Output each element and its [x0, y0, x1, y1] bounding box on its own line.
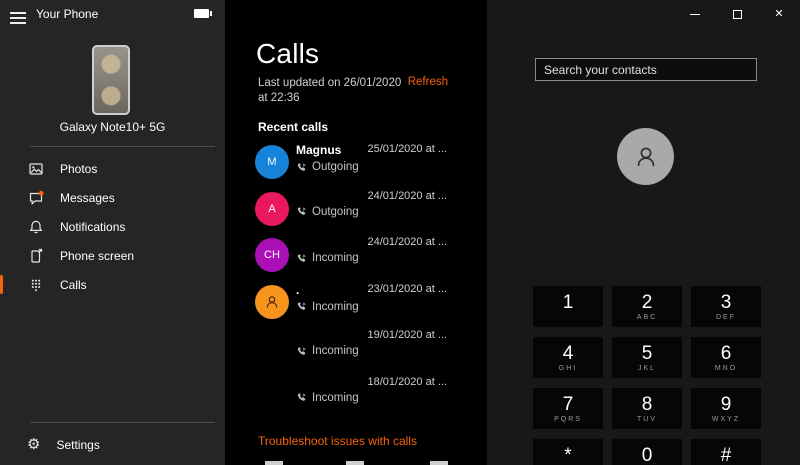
call-date: 24/01/2020 at ... [367, 236, 447, 248]
call-entry[interactable]: 18/01/2020 at ... Incoming [255, 376, 455, 423]
call-entry[interactable]: 19/01/2020 at ... Incoming [255, 329, 455, 376]
call-icon [297, 253, 306, 262]
dialpad-key-7[interactable]: 7 PQRS [533, 388, 603, 429]
sidebar-item-label: Phone screen [60, 248, 135, 263]
person-icon [266, 295, 278, 307]
call-date: 24/01/2020 at ... [367, 189, 447, 202]
your-phone-app: Your Phone Galaxy Note10+ 5G Photos Mess… [0, 0, 800, 465]
avatar [255, 284, 289, 319]
dialpad-key-9[interactable]: 9 WXYZ [691, 388, 761, 429]
avatar: M [255, 145, 289, 179]
dialpad-key-6[interactable]: 6 MNO [691, 337, 761, 378]
call-date: 18/01/2020 at ... [367, 375, 447, 388]
page-title: Calls [256, 38, 320, 69]
call-entry[interactable]: M Magnus 25/01/2020 at ... Outgoing [255, 143, 455, 190]
sidebar-divider [30, 146, 215, 147]
troubleshoot-link[interactable]: Troubleshoot issues with calls [258, 434, 417, 448]
calls-panel: Calls Last updated on 26/01/2020 at 22:3… [225, 0, 487, 465]
call-date: 25/01/2020 at ... [367, 143, 447, 155]
call-entry[interactable]: CH 24/01/2020 at ... Incoming [255, 236, 455, 283]
dialpad-key-star[interactable]: * [533, 439, 603, 465]
minimize-button[interactable] [674, 0, 716, 28]
sidebar-item-label: Settings [56, 437, 100, 452]
sidebar-item-phone-screen[interactable]: Phone screen [0, 241, 225, 270]
phone-wallpaper-thumbnail [92, 45, 130, 115]
call-entry[interactable]: A 24/01/2020 at ... Outgoing [255, 190, 455, 237]
call-icon [297, 393, 306, 401]
call-direction: Incoming [312, 345, 359, 357]
dialer-panel: ✕ 1 2ABC 3DEF 4GHI 5JKL 6MNO 7PQRS 8TUV … [487, 0, 800, 465]
call-direction: Incoming [312, 252, 359, 264]
call-date: 23/01/2020 at ... [367, 282, 447, 295]
sidebar-item-label: Calls [60, 277, 87, 292]
recent-calls-heading: Recent calls [258, 120, 329, 134]
refresh-button[interactable]: Refresh [408, 76, 448, 106]
sidebar-item-calls[interactable]: Calls [0, 270, 225, 299]
avatar [255, 378, 289, 412]
call-entry[interactable]: . 23/01/2020 at ... Incoming [255, 283, 455, 330]
dialpad-key-2[interactable]: 2 ABC [612, 286, 682, 327]
gear-icon: ⚙ [27, 435, 41, 453]
dialpad-icon [27, 276, 44, 293]
close-icon: ✕ [774, 7, 784, 20]
dialpad-key-hash[interactable]: # [691, 439, 761, 465]
maximize-icon [732, 9, 742, 19]
call-icon [297, 207, 306, 215]
sidebar: Your Phone Galaxy Note10+ 5G Photos Mess… [0, 0, 225, 465]
sidebar-item-settings[interactable]: ⚙ Settings [0, 430, 225, 459]
partial-element [430, 461, 448, 465]
phone-screen-icon [27, 247, 44, 264]
minimize-icon [690, 13, 700, 15]
dialpad-key-5[interactable]: 5 JKL [612, 337, 682, 378]
sidebar-item-label: Messages [60, 190, 115, 205]
partial-element [346, 461, 364, 465]
sidebar-item-label: Photos [60, 161, 98, 176]
hamburger-menu-icon[interactable] [8, 6, 34, 26]
dialpad-key-1[interactable]: 1 [533, 286, 603, 327]
sidebar-item-photos[interactable]: Photos [0, 154, 225, 183]
window-controls: ✕ [674, 0, 800, 28]
sidebar-item-label: Notifications [60, 219, 126, 234]
dialpad-key-8[interactable]: 8 TUV [612, 388, 682, 429]
sidebar-item-messages[interactable]: Messages [0, 183, 225, 212]
search-input[interactable] [535, 58, 757, 81]
dialpad-key-4[interactable]: 4 GHI [533, 337, 603, 378]
caller-name: Magnus [296, 143, 342, 157]
call-date: 19/01/2020 at ... [367, 329, 447, 341]
maximize-button[interactable] [716, 0, 758, 28]
dialpad-key-3[interactable]: 3 DEF [691, 286, 761, 327]
battery-icon [194, 9, 212, 18]
messages-icon [27, 189, 44, 206]
call-direction: Incoming [312, 300, 359, 313]
call-direction: Outgoing [312, 161, 359, 173]
bell-icon [27, 218, 44, 235]
close-button[interactable]: ✕ [758, 0, 800, 28]
last-updated-text: Last updated on 26/01/2020 at 22:36 [258, 77, 402, 104]
partial-element [265, 461, 283, 465]
sidebar-item-notifications[interactable]: Notifications [0, 212, 225, 241]
sidebar-nav: Photos Messages Notifications Phone scre… [0, 154, 225, 299]
contact-avatar [617, 128, 674, 185]
call-direction: Outgoing [312, 205, 359, 218]
dialpad: 1 2 ABC 3 DEF 4 GHI 5 JKL 6 MNO 7 PQRS 8 TUV 9W… [533, 286, 761, 465]
selected-indicator [0, 275, 3, 294]
device-name: Galaxy Note10+ 5G [59, 120, 166, 134]
person-icon [637, 147, 654, 166]
caller-name: . [296, 282, 300, 297]
call-icon [297, 302, 306, 310]
call-icon [297, 162, 306, 171]
dialpad-key-0[interactable]: 0 [612, 439, 682, 465]
call-list: M Magnus 25/01/2020 at ... Outgoing A 24/… [255, 143, 455, 422]
call-direction: Incoming [312, 391, 359, 404]
avatar [255, 331, 289, 365]
app-title: Your Phone [36, 7, 99, 21]
avatar: CH [255, 238, 289, 272]
avatar: A [255, 191, 289, 226]
last-updated-row: Last updated on 26/01/2020 at 22:36 Refr… [258, 76, 448, 106]
call-icon [297, 346, 306, 355]
settings-divider [30, 422, 215, 423]
photos-icon [27, 160, 44, 177]
